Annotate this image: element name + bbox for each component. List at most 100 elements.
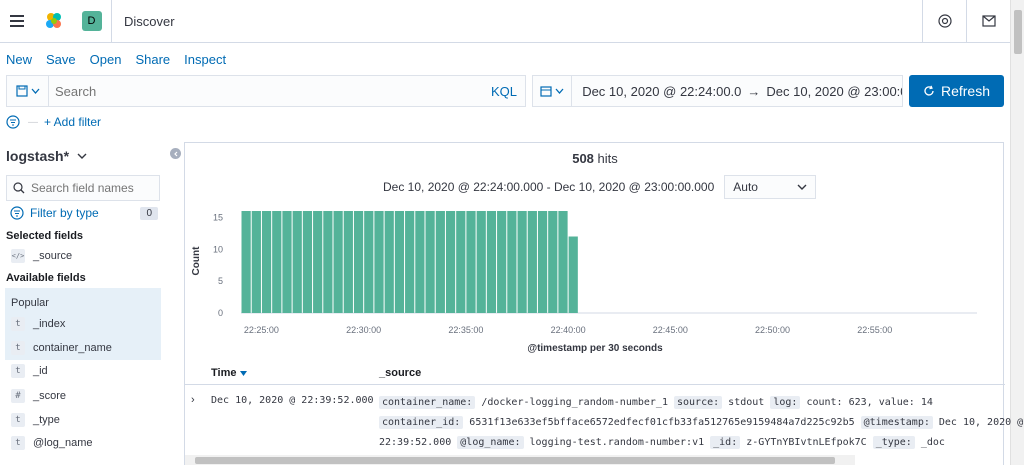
interval-row: Dec 10, 2020 @ 22:24:00.000 - Dec 10, 20… xyxy=(383,175,817,199)
bars-layer xyxy=(241,211,578,314)
field-value: stdout xyxy=(722,397,771,408)
histogram-bar[interactable] xyxy=(302,211,313,313)
filter-icon xyxy=(10,206,24,220)
end-date[interactable]: Dec 10, 2020 @ 23:00:00.0 xyxy=(766,84,902,99)
help-icon[interactable] xyxy=(922,0,966,43)
filter-menu-icon xyxy=(6,115,20,129)
histogram-bar[interactable] xyxy=(364,211,374,313)
histogram-chart: 051015 22:25:00 22:30:00 22:35:00 22:40:00 2… xyxy=(191,211,977,354)
refresh-button[interactable]: Refresh xyxy=(909,75,1004,107)
new-link[interactable]: New xyxy=(6,52,32,67)
histogram-bar[interactable] xyxy=(343,211,353,313)
histogram-bar[interactable] xyxy=(272,211,282,313)
histogram-bar[interactable] xyxy=(384,211,394,313)
page-title: Discover xyxy=(124,13,175,29)
histogram-bar[interactable] xyxy=(374,211,384,313)
histogram-bar[interactable] xyxy=(405,211,415,313)
collapse-sidebar-button[interactable] xyxy=(170,148,181,159)
start-date[interactable]: Dec 10, 2020 @ 22:24:00.0 xyxy=(582,84,741,99)
menu-icon[interactable] xyxy=(0,0,36,43)
histogram-bar[interactable] xyxy=(261,211,272,313)
histogram-bar[interactable] xyxy=(313,211,323,313)
histogram-bar[interactable] xyxy=(548,211,558,313)
saved-query-button[interactable] xyxy=(7,76,49,106)
scrollbar-thumb[interactable] xyxy=(1014,10,1022,54)
space-avatar: D xyxy=(81,11,102,31)
discover-main-panel: 508 hits Dec 10, 2020 @ 22:24:00.000 - D… xyxy=(184,142,1023,465)
histogram-bar[interactable] xyxy=(558,211,568,313)
histogram-bar[interactable] xyxy=(568,236,578,314)
space-selector[interactable]: D xyxy=(72,0,112,43)
scrollbar-thumb[interactable] xyxy=(195,457,835,464)
save-link[interactable]: Save xyxy=(46,52,76,67)
histogram-bar[interactable] xyxy=(425,211,435,313)
histogram-bar[interactable] xyxy=(353,211,364,313)
arrow-right-icon: → xyxy=(747,83,761,99)
calendar-icon xyxy=(540,86,552,97)
hits-summary: 508 hits xyxy=(185,151,1005,166)
expand-row-icon[interactable]: › xyxy=(191,394,195,406)
histogram-bar[interactable] xyxy=(394,211,405,313)
add-filter-link[interactable]: + Add filter xyxy=(44,115,101,129)
source-line: container_id: 6531f13e633ef5bfface6572ed… xyxy=(379,413,1023,433)
field-name: _source xyxy=(33,250,73,262)
field-item-container-name[interactable]: t container_name xyxy=(6,336,160,360)
histogram-bar[interactable] xyxy=(241,211,251,313)
histogram-bar[interactable] xyxy=(251,211,261,313)
share-link[interactable]: Share xyxy=(135,52,170,67)
x-tick-label: 22:55:00 xyxy=(857,325,892,335)
histogram-bar[interactable] xyxy=(282,211,292,313)
histogram-bar[interactable] xyxy=(323,211,333,313)
field-item-source[interactable]: </> _source xyxy=(6,244,160,268)
histogram-bar[interactable] xyxy=(415,211,425,313)
histogram-bar[interactable] xyxy=(517,211,527,313)
histogram-bar[interactable] xyxy=(292,211,302,313)
search-input[interactable] xyxy=(49,76,491,106)
filter-by-type[interactable]: Filter by type 0 xyxy=(10,206,158,220)
field-item-log-name[interactable]: t @log_name xyxy=(6,431,160,455)
quick-date-button[interactable] xyxy=(533,76,573,106)
open-link[interactable]: Open xyxy=(90,52,122,67)
inspect-link[interactable]: Inspect xyxy=(184,52,226,67)
field-item-index[interactable]: t _index xyxy=(6,312,160,336)
field-item-id[interactable]: t _id xyxy=(6,359,160,383)
y-tick-label: 5 xyxy=(218,276,223,286)
histogram-bar[interactable] xyxy=(445,211,456,313)
field-sidebar: logstash* Filter by type 0 Selected fiel… xyxy=(0,140,181,465)
histogram-bar[interactable] xyxy=(537,211,548,313)
table-horizontal-scrollbar[interactable] xyxy=(185,455,855,465)
index-pattern-selector[interactable]: logstash* xyxy=(6,148,87,164)
filter-by-type-label: Filter by type xyxy=(30,206,99,220)
refresh-icon xyxy=(924,85,934,96)
elastic-logo-icon[interactable] xyxy=(36,0,72,43)
field-name: _index xyxy=(33,318,66,330)
page-scrollbar[interactable] xyxy=(1010,0,1024,465)
kql-toggle[interactable]: KQL xyxy=(491,84,525,99)
field-search-input[interactable] xyxy=(31,181,151,195)
field-item-type[interactable]: t _type xyxy=(6,408,160,432)
chevron-down-icon xyxy=(31,88,39,94)
time-column-header[interactable]: Time xyxy=(211,367,379,379)
histogram-bar[interactable] xyxy=(456,211,466,313)
field-key: @timestamp: xyxy=(860,416,933,429)
document-source: container_name: /docker-logging_random-n… xyxy=(379,393,1023,453)
field-key: @log_name: xyxy=(457,436,524,449)
x-tick-label: 22:30:00 xyxy=(346,325,381,335)
field-item-score[interactable]: # _score xyxy=(6,384,160,408)
histogram-bar[interactable] xyxy=(333,211,343,313)
histogram-bar[interactable] xyxy=(476,211,486,313)
histogram-bar[interactable] xyxy=(486,211,497,313)
x-tick-label: 22:35:00 xyxy=(448,325,483,335)
interval-select[interactable]: Auto xyxy=(724,175,817,199)
source-column-header[interactable]: _source xyxy=(379,367,421,379)
histogram-bar[interactable] xyxy=(466,211,476,313)
mail-icon[interactable] xyxy=(966,0,1010,43)
histogram-bar[interactable] xyxy=(507,211,517,313)
field-value: z-GYTnYBIvtnLEfpok7C xyxy=(740,437,873,448)
histogram-bar[interactable] xyxy=(527,211,537,313)
query-bar: KQL xyxy=(6,75,526,107)
string-type-icon: t xyxy=(11,436,25,450)
histogram-bar[interactable] xyxy=(435,211,445,313)
y-axis-ticks: 0 5 10 15 xyxy=(213,212,223,318)
histogram-bar[interactable] xyxy=(497,211,507,313)
